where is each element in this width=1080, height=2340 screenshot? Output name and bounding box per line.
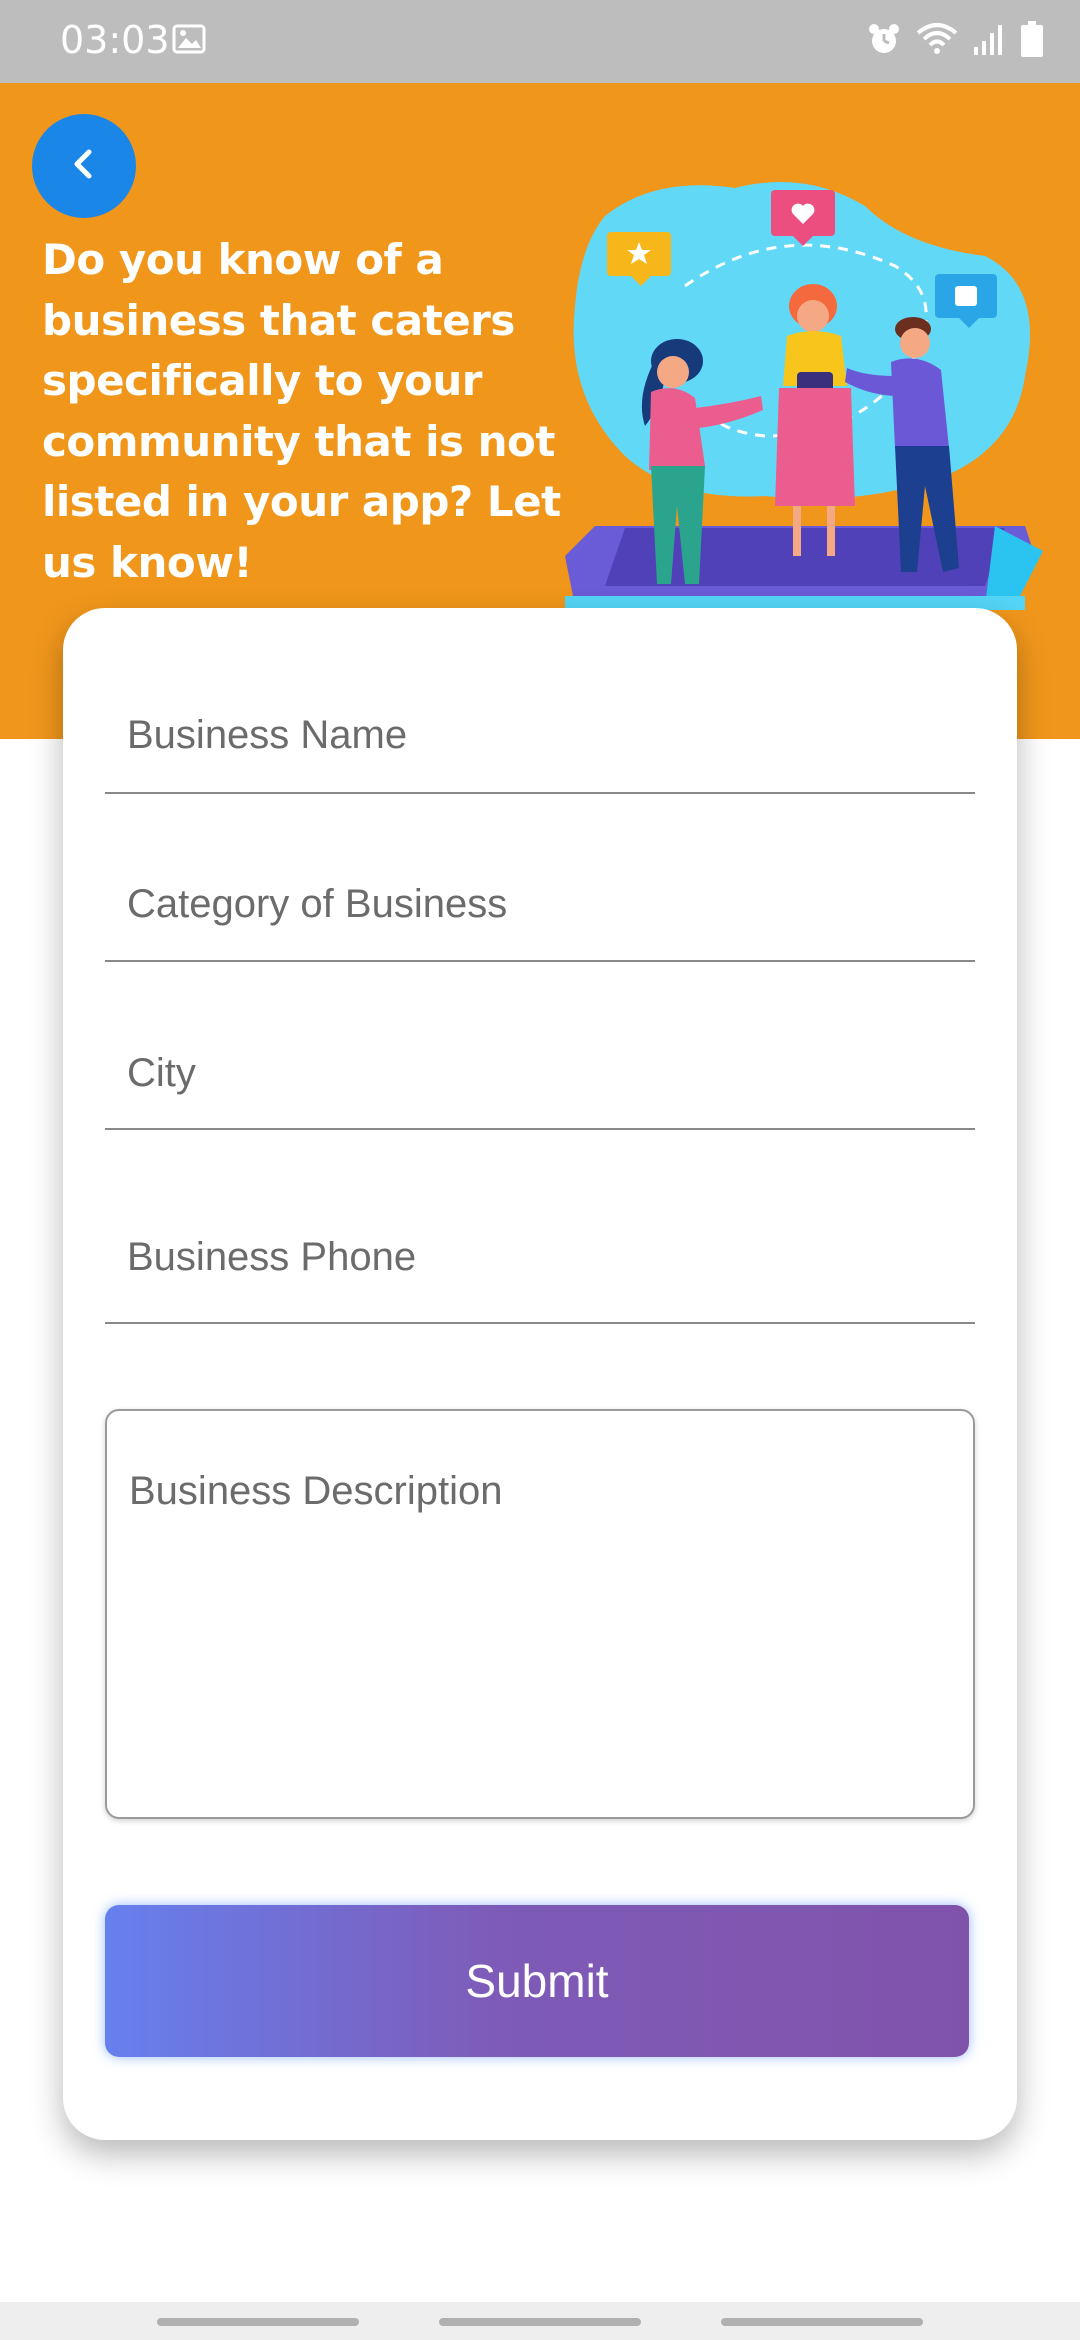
business-phone-field[interactable] bbox=[105, 1192, 975, 1324]
status-bar: 03:03 bbox=[0, 0, 1080, 83]
form-card: Submit bbox=[63, 608, 1017, 2140]
nav-recents-handle[interactable] bbox=[157, 2318, 359, 2326]
business-description-field[interactable] bbox=[105, 1409, 975, 1819]
business-name-field[interactable] bbox=[105, 678, 975, 794]
image-icon bbox=[172, 22, 206, 60]
business-name-input[interactable] bbox=[105, 678, 975, 792]
header-message: Do you know of a business that caters sp… bbox=[42, 235, 561, 587]
submit-button[interactable]: Submit bbox=[105, 1905, 969, 2057]
city-input[interactable] bbox=[105, 1018, 975, 1128]
category-input[interactable] bbox=[105, 848, 975, 960]
business-phone-input[interactable] bbox=[105, 1192, 975, 1322]
chevron-left-icon bbox=[69, 146, 99, 186]
back-button[interactable] bbox=[32, 114, 136, 218]
signal-icon bbox=[972, 21, 1006, 61]
city-field[interactable] bbox=[105, 1018, 975, 1130]
nav-back-handle[interactable] bbox=[721, 2318, 923, 2326]
category-field[interactable] bbox=[105, 848, 975, 962]
status-time: 03:03 bbox=[60, 18, 170, 62]
system-nav-bar bbox=[0, 2302, 1080, 2340]
nav-home-handle[interactable] bbox=[439, 2318, 641, 2326]
battery-icon bbox=[1020, 20, 1044, 62]
alarm-icon bbox=[866, 21, 902, 61]
wifi-icon bbox=[916, 21, 958, 61]
community-illustration bbox=[565, 176, 1045, 620]
business-description-input[interactable] bbox=[107, 1411, 973, 1817]
